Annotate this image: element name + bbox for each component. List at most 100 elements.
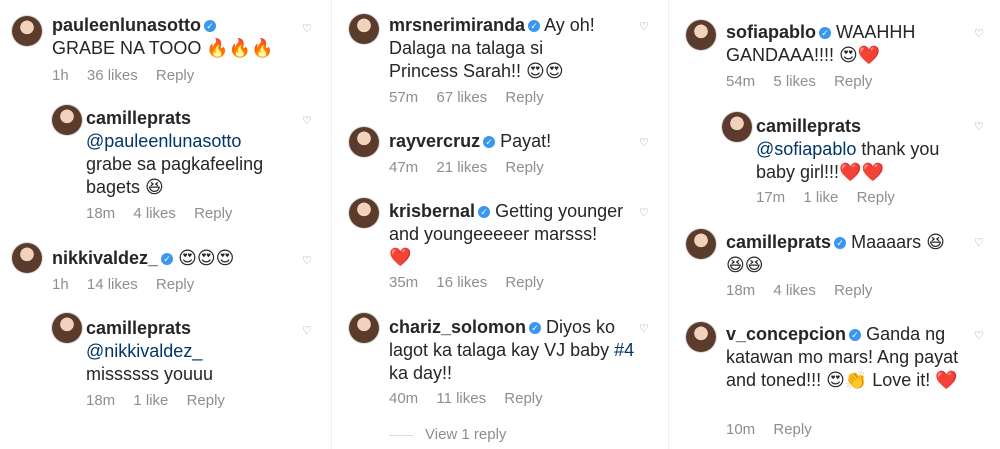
comment-body: Payat! [500, 131, 552, 151]
avatar[interactable] [686, 322, 716, 352]
avatar[interactable] [12, 243, 42, 273]
comment-text: camilleprats @nikkivaldez_ missssss youu… [86, 317, 286, 386]
comment-meta: 18m 4 likes Reply [726, 282, 886, 300]
comment-meta: 57m 67 likes Reply [389, 89, 558, 107]
like-heart-icon[interactable]: ♡ [302, 116, 313, 127]
reply-button[interactable]: Reply [156, 276, 194, 293]
likes-count[interactable]: 4 likes [773, 282, 816, 299]
like-heart-icon[interactable]: ♡ [639, 138, 650, 149]
likes-count[interactable]: 11 likes [436, 390, 486, 407]
verified-icon: ✓ [834, 237, 847, 249]
avatar[interactable] [686, 229, 716, 259]
avatar[interactable] [722, 112, 752, 142]
verified-icon: ✓ [529, 322, 542, 334]
comment-text: rayvercruz ✓ Payat! [389, 130, 619, 153]
likes-count[interactable]: 1 like [133, 392, 168, 409]
likes-count[interactable]: 1 like [803, 189, 838, 206]
timestamp: 1h [52, 276, 69, 293]
like-heart-icon[interactable]: ♡ [639, 22, 650, 33]
comment-text: pauleenlunasotto ✓ GRABE NA TOOO 🔥🔥🔥 [52, 14, 282, 60]
like-heart-icon[interactable]: ♡ [974, 331, 985, 342]
reply-button[interactable]: Reply [773, 421, 811, 438]
verified-icon: ✓ [161, 253, 174, 265]
like-heart-icon[interactable]: ♡ [639, 324, 650, 335]
timestamp: 47m [389, 159, 419, 176]
like-heart-icon[interactable]: ♡ [302, 256, 313, 267]
like-heart-icon[interactable]: ♡ [974, 122, 985, 133]
comment-body: missssss youuu [86, 364, 214, 384]
comment-meta: 47m 21 likes Reply [389, 159, 558, 177]
reply-button[interactable]: Reply [505, 274, 543, 291]
reply-button[interactable]: Reply [834, 282, 872, 299]
column-1: pauleenlunasotto ✓ GRABE NA TOOO 🔥🔥🔥 ♡ 1h… [0, 0, 330, 449]
username[interactable]: sofiapablo [726, 22, 816, 42]
mention-link[interactable]: @nikkivaldez_ [86, 341, 202, 361]
reply-button[interactable]: Reply [505, 159, 543, 176]
comment-text: v_concepcion ✓ Ganda ng katawan mo mars! … [726, 323, 966, 392]
username[interactable]: v_concepcion [726, 324, 846, 344]
comment-text: krisbernal ✓ Getting younger and youngeee… [389, 200, 624, 269]
avatar[interactable] [686, 20, 716, 50]
mention-link[interactable]: @pauleenlunasotto [86, 131, 241, 151]
reply-button[interactable]: Reply [857, 189, 895, 206]
verified-icon: ✓ [528, 20, 541, 32]
reply-button[interactable]: Reply [156, 67, 194, 84]
hashtag-link[interactable]: #4 [614, 340, 634, 360]
avatar[interactable] [12, 16, 42, 46]
comment-meta: 35m 16 likes Reply [389, 274, 558, 292]
comment-meta: 54m 5 likes Reply [726, 73, 886, 91]
view-replies-button[interactable]: View 1 reply [389, 426, 506, 443]
username[interactable]: camilleprats [726, 232, 831, 252]
reply-button[interactable]: Reply [187, 392, 225, 409]
avatar[interactable] [349, 127, 379, 157]
comment-meta: 40m 11 likes Reply [389, 390, 557, 408]
like-heart-icon[interactable]: ♡ [302, 326, 313, 337]
avatar[interactable] [349, 14, 379, 44]
likes-count[interactable]: 21 likes [436, 159, 487, 176]
likes-count[interactable]: 16 likes [436, 274, 487, 291]
like-heart-icon[interactable]: ♡ [974, 29, 985, 40]
username[interactable]: rayvercruz [389, 131, 480, 151]
column-2: mrsnerimiranda ✓ Ay oh! Dalaga na talaga … [337, 0, 667, 449]
verified-icon: ✓ [478, 206, 491, 218]
comment-text: nikkivaldez_ ✓ 😍😍😍 [52, 247, 292, 270]
mention-link[interactable]: @sofiapablo [756, 139, 856, 159]
avatar[interactable] [349, 313, 379, 343]
likes-count[interactable]: 4 likes [133, 205, 176, 222]
timestamp: 10m [726, 421, 756, 438]
username[interactable]: krisbernal [389, 201, 475, 221]
reply-button[interactable]: Reply [505, 89, 543, 106]
comment-meta: 1h 36 likes Reply [52, 67, 208, 85]
comment-text: camilleprats @sofiapablo thank you baby … [756, 115, 956, 184]
like-heart-icon[interactable]: ♡ [639, 208, 650, 219]
like-heart-icon[interactable]: ♡ [974, 238, 985, 249]
avatar[interactable] [349, 198, 379, 228]
username[interactable]: camilleprats [86, 108, 191, 128]
reply-button[interactable]: Reply [834, 73, 872, 90]
timestamp: 54m [726, 73, 756, 90]
username[interactable]: pauleenlunasotto [52, 15, 201, 35]
username[interactable]: chariz_solomon [389, 317, 526, 337]
timestamp: 57m [389, 89, 419, 106]
username[interactable]: camilleprats [756, 116, 861, 136]
username[interactable]: camilleprats [86, 318, 191, 338]
username[interactable]: mrsnerimiranda [389, 15, 525, 35]
likes-count[interactable]: 36 likes [87, 67, 138, 84]
username[interactable]: nikkivaldez_ [52, 248, 158, 268]
timestamp: 18m [86, 205, 116, 222]
likes-count[interactable]: 67 likes [436, 89, 487, 106]
column-3: sofiapablo ✓ WAAHHH GANDAAA!!!! 😍❤️ ♡ 54m… [674, 0, 1000, 449]
comment-text: chariz_solomon ✓ Diyos ko lagot ka talaga… [389, 316, 639, 385]
timestamp: 18m [86, 392, 116, 409]
verified-icon: ✓ [849, 329, 862, 341]
reply-button[interactable]: Reply [504, 390, 542, 407]
like-heart-icon[interactable]: ♡ [302, 24, 313, 35]
avatar[interactable] [52, 313, 82, 343]
likes-count[interactable]: 5 likes [773, 73, 816, 90]
comment-body: grabe sa pagkafeeling bagets 😆 [86, 154, 264, 197]
likes-count[interactable]: 14 likes [87, 276, 138, 293]
timestamp: 18m [726, 282, 756, 299]
avatar[interactable] [52, 105, 82, 135]
reply-button[interactable]: Reply [194, 205, 232, 222]
timestamp: 1h [52, 67, 69, 84]
